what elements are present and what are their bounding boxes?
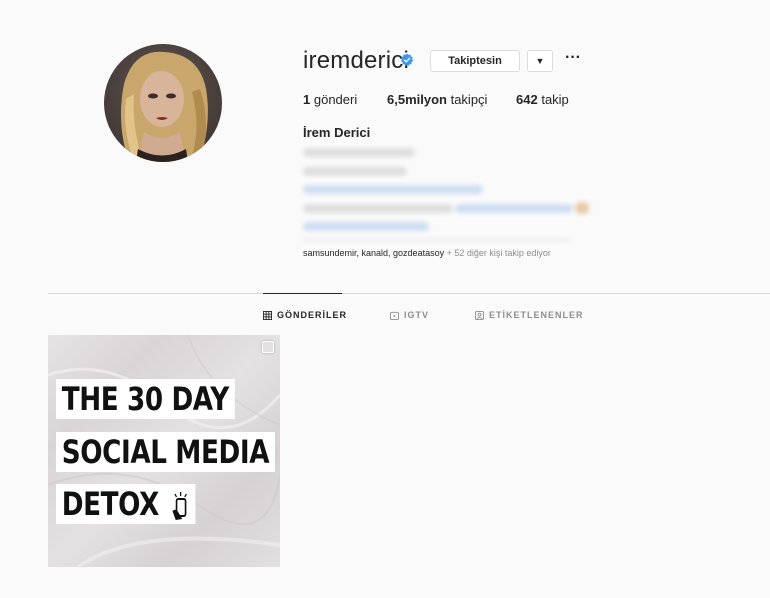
igtv-icon bbox=[390, 311, 399, 320]
following-count[interactable]: 642 takip bbox=[516, 92, 569, 107]
followed-by-rest: + 52 diğer kişi takip ediyor bbox=[446, 248, 551, 258]
tabs-divider bbox=[48, 293, 770, 294]
post-text-line-3-text: DETOX bbox=[61, 485, 160, 523]
followers-count-label: takipçi bbox=[450, 92, 488, 107]
tab-igtv[interactable]: IGTV bbox=[390, 310, 429, 320]
tagged-icon bbox=[475, 310, 484, 320]
following-count-value: 642 bbox=[516, 92, 538, 107]
profile-full-name: İrem Derici bbox=[303, 125, 371, 140]
verified-badge-icon bbox=[400, 53, 414, 67]
post-text-line-1: THE 30 DAY bbox=[56, 379, 235, 419]
grid-icon bbox=[263, 310, 272, 320]
followers-count[interactable]: 6,5milyon takipçi bbox=[387, 92, 487, 107]
multi-image-icon bbox=[262, 341, 274, 353]
posts-count: 1 gönderi bbox=[303, 92, 357, 107]
phone-hand-icon bbox=[172, 492, 187, 520]
chevron-down-icon: ▼ bbox=[535, 56, 545, 66]
active-tab-indicator bbox=[263, 293, 342, 294]
post-text-line-3: DETOX bbox=[56, 484, 196, 524]
tab-posts[interactable]: GÖNDERİLER bbox=[263, 310, 347, 320]
profile-username: iremderici bbox=[303, 47, 410, 74]
followed-by-text[interactable]: samsundemir, kanald, gozdeatasoy + 52 di… bbox=[303, 248, 551, 258]
posts-count-label: gönderi bbox=[313, 92, 358, 107]
post-text-line-2: SOCIAL MEDIA bbox=[56, 432, 275, 472]
tab-posts-label: GÖNDERİLER bbox=[277, 310, 348, 320]
post-thumbnail[interactable]: THE 30 DAY SOCIAL MEDIA DETOX bbox=[48, 335, 280, 567]
following-button[interactable]: Takiptesin bbox=[430, 50, 520, 72]
posts-count-value: 1 bbox=[303, 92, 311, 107]
following-count-label: takip bbox=[541, 92, 569, 107]
tab-igtv-label: IGTV bbox=[404, 310, 430, 320]
tab-tagged[interactable]: ETİKETLENENLER bbox=[475, 310, 584, 320]
avatar-image bbox=[121, 51, 208, 162]
suggestions-dropdown-button[interactable]: ▼ bbox=[527, 50, 553, 72]
profile-avatar[interactable] bbox=[104, 44, 222, 162]
followers-count-value: 6,5milyon bbox=[387, 92, 447, 107]
tab-tagged-label: ETİKETLENENLER bbox=[489, 310, 584, 320]
more-options-icon: ··· bbox=[565, 49, 581, 66]
followed-by-names: samsundemir, kanald, gozdeatasoy bbox=[303, 248, 445, 258]
more-options-button[interactable]: ··· bbox=[563, 48, 583, 68]
